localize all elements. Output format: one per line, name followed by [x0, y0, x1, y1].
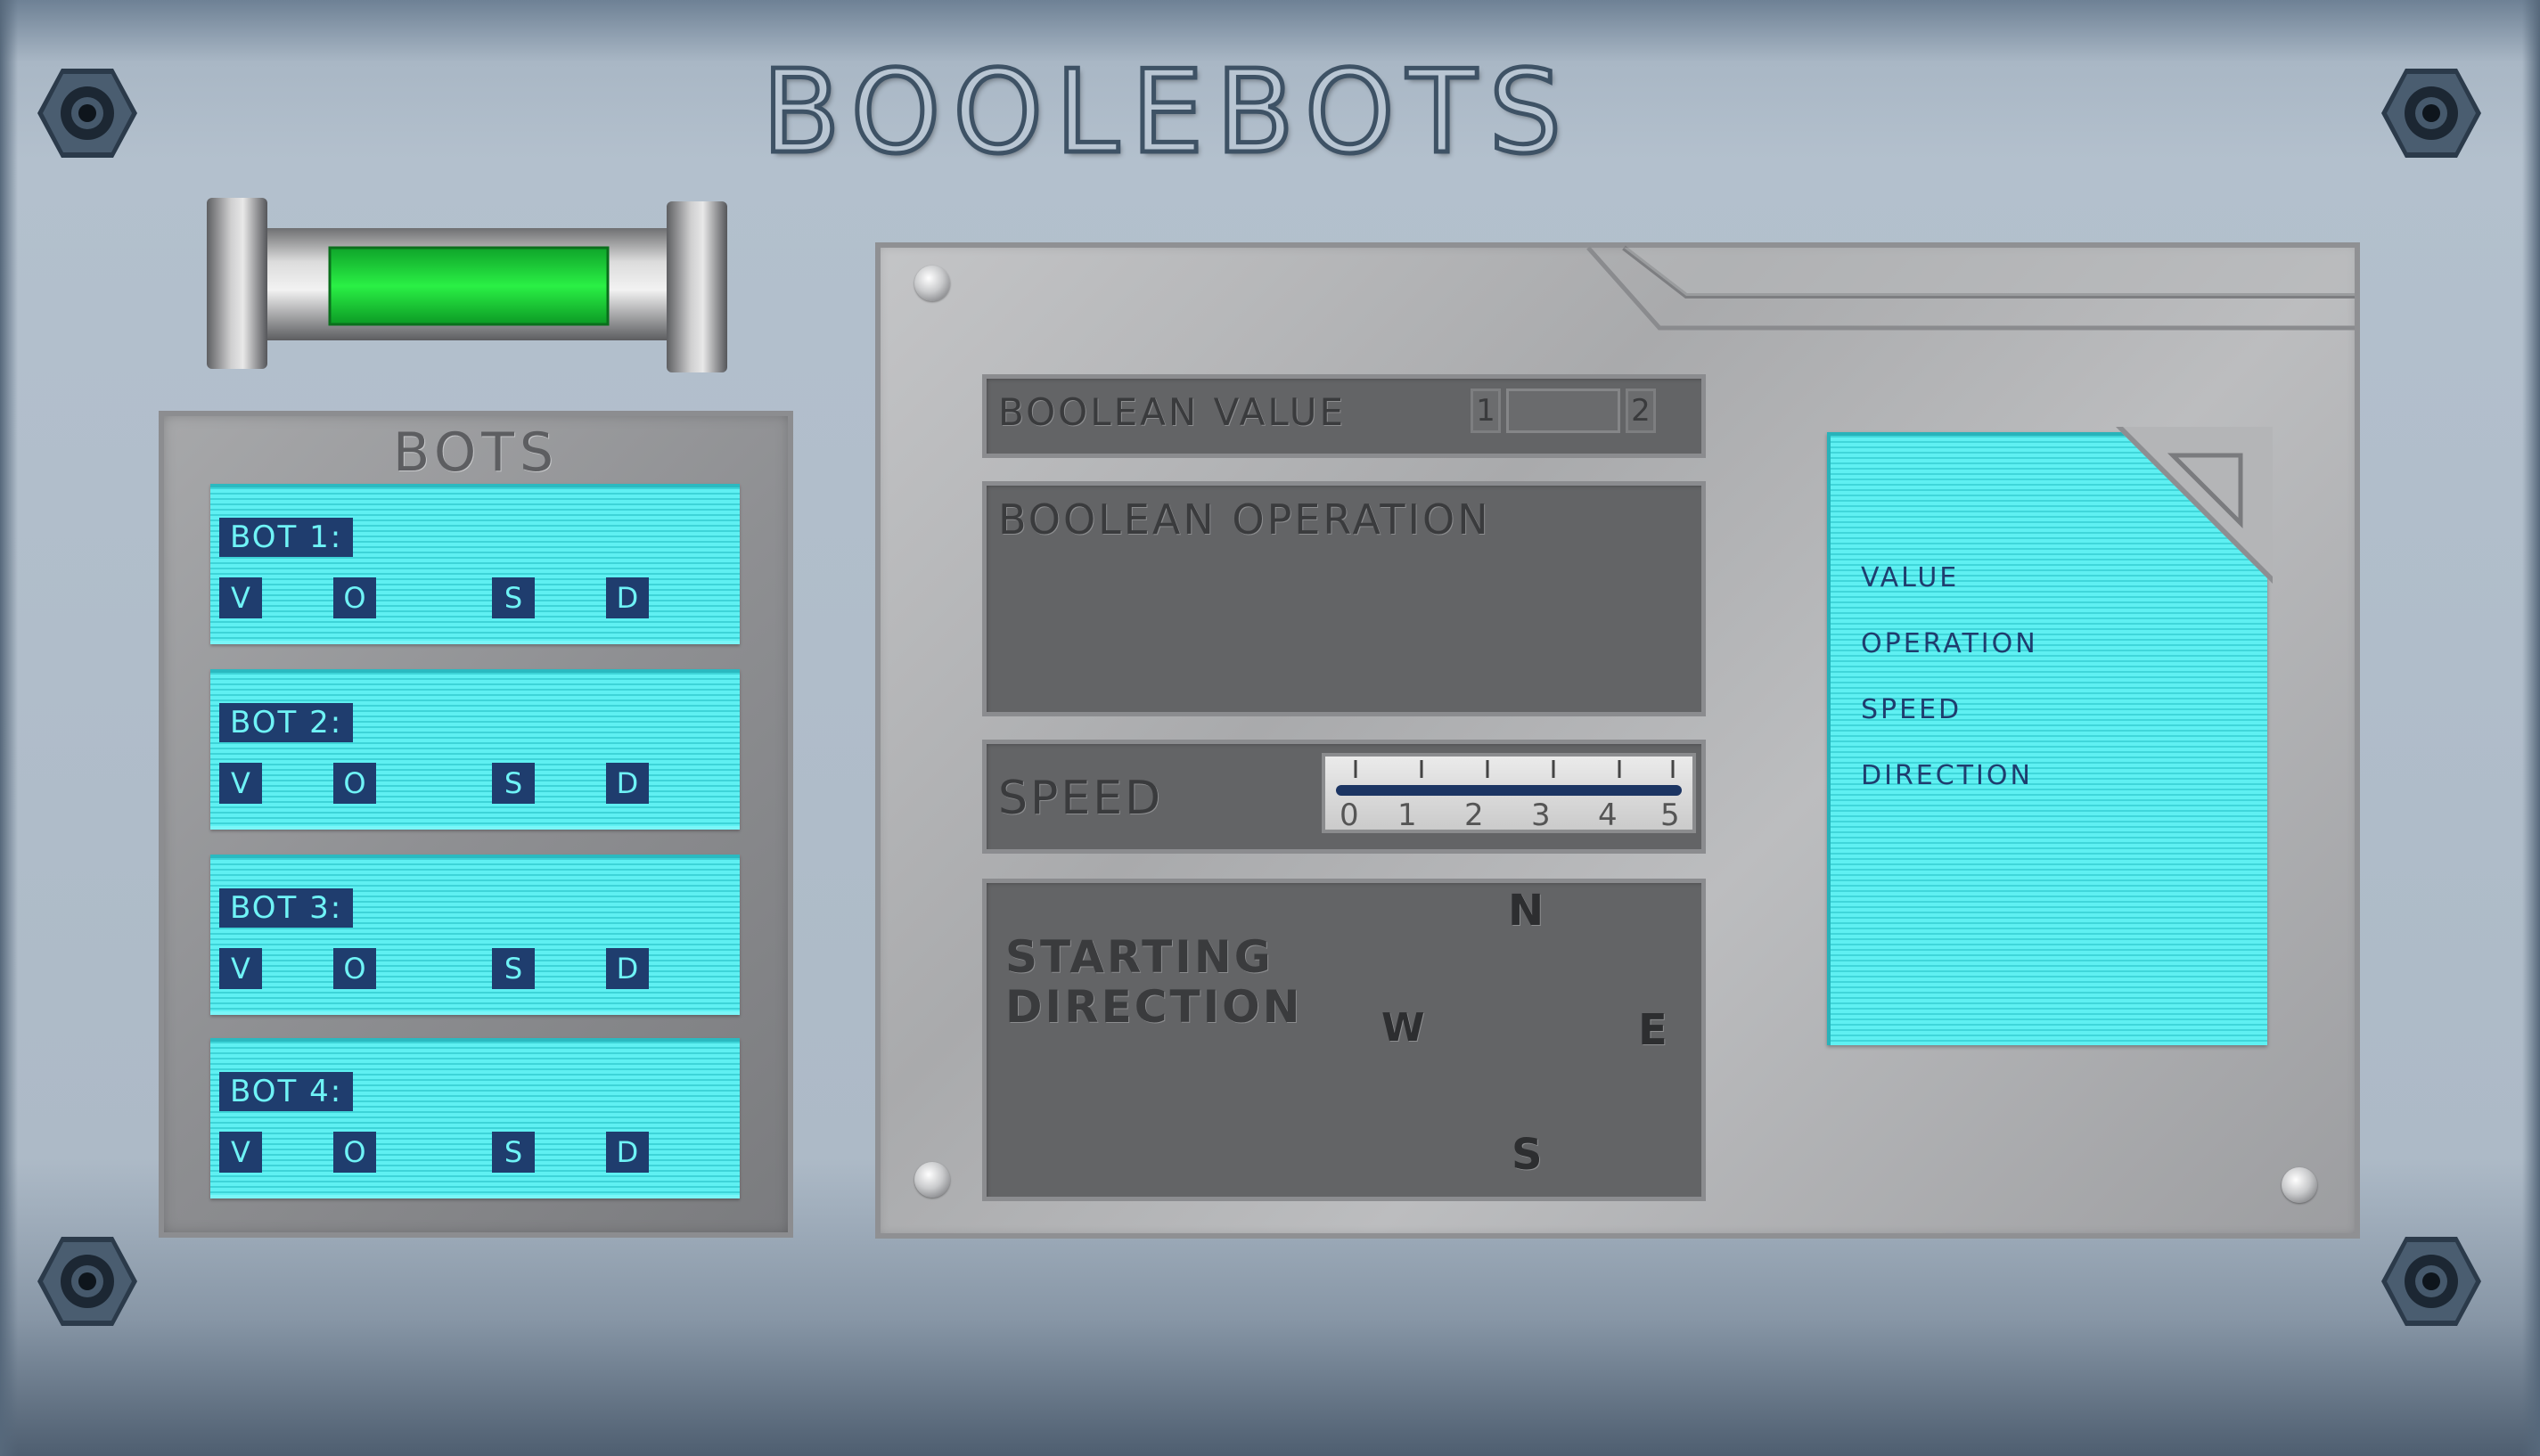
corner-screw-icon [2381, 69, 2481, 158]
bots-title: BOTS [392, 421, 560, 484]
starting-direction-label: STARTING DIRECTION [1005, 932, 1303, 1032]
corner-triangle-icon[interactable] [2116, 427, 2273, 584]
panel-bevel-decoration [1586, 245, 2355, 331]
speed-tick-label: 4 [1598, 798, 1618, 833]
bot-3-operation-button[interactable]: O [333, 948, 376, 989]
speed-tick-label: 1 [1397, 798, 1417, 833]
bot-1-value-button[interactable]: V [219, 577, 262, 618]
boolean-value-label: BOOLEAN VALUE [998, 390, 1346, 434]
bot-2-direction-button[interactable]: D [606, 763, 649, 804]
bot-4-value-button[interactable]: V [219, 1132, 262, 1173]
speed-tick-label: 5 [1660, 798, 1680, 833]
bot-card-3: BOT 3: V O S D [210, 855, 740, 1015]
bot-4-speed-button[interactable]: S [492, 1132, 535, 1173]
starting-direction-box: STARTING DIRECTION N W E S [982, 879, 1706, 1201]
app-title: BOOLEBOTS [760, 46, 1574, 179]
bot-label: BOT 1: [219, 518, 354, 557]
rivet-icon [2282, 1167, 2317, 1203]
bot-card-2: BOT 2: V O S D [210, 669, 740, 830]
boolean-operation-label: BOOLEAN OPERATION [998, 495, 1491, 544]
bot-1-operation-button[interactable]: O [333, 577, 376, 618]
corner-screw-icon [37, 69, 137, 158]
speed-tick-label: 0 [1340, 798, 1359, 833]
frame-shade-left [0, 0, 18, 1456]
speed-tick-label: 3 [1531, 798, 1551, 833]
corner-screw-icon [37, 1237, 137, 1326]
bot-3-value-button[interactable]: V [219, 948, 262, 989]
boolean-value-option-2[interactable]: 2 [1626, 389, 1656, 433]
bot-2-operation-button[interactable]: O [333, 763, 376, 804]
boolean-operation-box[interactable]: BOOLEAN OPERATION [982, 481, 1706, 716]
energy-tube-icon [207, 198, 727, 372]
corner-screw-icon [2381, 1237, 2481, 1326]
bot-3-direction-button[interactable]: D [606, 948, 649, 989]
info-screen: VALUE OPERATION SPEED DIRECTION [1827, 427, 2273, 1045]
bot-label: BOT 4: [219, 1072, 354, 1111]
starting-direction-label-line1: STARTING [1005, 931, 1274, 983]
compass-east[interactable]: E [1638, 1005, 1667, 1055]
bot-1-speed-button[interactable]: S [492, 577, 535, 618]
bot-card-4: BOT 4: V O S D [210, 1038, 740, 1198]
compass-south[interactable]: S [1512, 1130, 1543, 1180]
bot-1-direction-button[interactable]: D [606, 577, 649, 618]
bot-2-value-button[interactable]: V [219, 763, 262, 804]
info-operation: OPERATION [1861, 628, 2038, 659]
info-direction: DIRECTION [1861, 760, 2033, 791]
info-speed: SPEED [1861, 694, 1962, 725]
compass-west[interactable]: W [1381, 1005, 1425, 1051]
bot-3-speed-button[interactable]: S [492, 948, 535, 989]
boolean-value-toggle[interactable] [1506, 389, 1620, 433]
speed-slider[interactable]: 0 1 2 3 4 5 [1322, 753, 1696, 833]
rivet-icon [914, 266, 950, 301]
bot-2-speed-button[interactable]: S [492, 763, 535, 804]
rivet-icon [914, 1162, 950, 1198]
bot-4-operation-button[interactable]: O [333, 1132, 376, 1173]
boolean-value-box: BOOLEAN VALUE 1 2 [982, 374, 1706, 458]
bot-4-direction-button[interactable]: D [606, 1132, 649, 1173]
bots-panel: BOTS BOT 1: V O S D BOT 2: V O S D BOT 3… [159, 411, 793, 1238]
info-value: VALUE [1861, 562, 1960, 593]
speed-tick-label: 2 [1464, 798, 1484, 833]
speed-label: SPEED [998, 772, 1164, 825]
bot-card-1: BOT 1: V O S D [210, 484, 740, 644]
boolean-value-option-1[interactable]: 1 [1471, 389, 1501, 433]
bot-label: BOT 2: [219, 703, 354, 742]
frame-shade-right [2522, 0, 2540, 1456]
starting-direction-label-line2: DIRECTION [1005, 981, 1303, 1033]
compass-north[interactable]: N [1508, 886, 1544, 936]
bot-label: BOT 3: [219, 888, 354, 928]
speed-slider-track [1336, 760, 1682, 796]
